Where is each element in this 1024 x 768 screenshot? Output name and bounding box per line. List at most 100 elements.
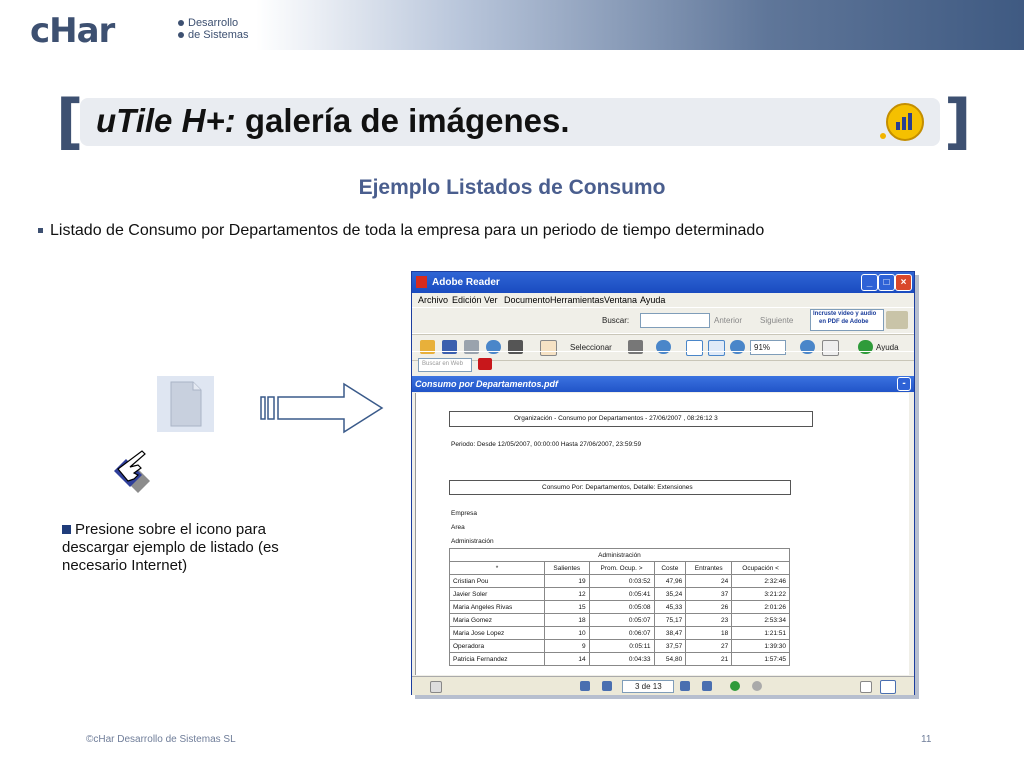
document-viewport[interactable]: Organización - Consumo por Departamentos… — [415, 393, 909, 675]
table-cell: 1:57:45 — [731, 652, 790, 666]
table-cell: 0:04:33 — [588, 652, 655, 666]
table-cell: 54,80 — [653, 652, 687, 666]
report-header: Organización - Consumo por Departamentos… — [514, 415, 718, 422]
table-cell: 0:05:11 — [588, 639, 655, 653]
right-bracket: ] — [944, 87, 972, 157]
promo-banner[interactable]: Incruste video y audio en PDF de Adobe — [810, 309, 884, 331]
page-layout-icon[interactable] — [430, 681, 442, 693]
right-arrow-icon — [260, 382, 384, 434]
table-cell: 0:06:07 — [588, 626, 655, 640]
table-header-row: * Salientes Prom. Ocup. > Coste Entrante… — [449, 561, 790, 575]
table-cell: 18 — [544, 613, 590, 627]
navigation-bar: 3 de 13 — [412, 676, 914, 695]
table-cell: 10 — [544, 626, 590, 640]
document-tab-bar: Consumo por Departamentos.pdf - — [412, 376, 914, 392]
table-cell: 2:53:34 — [731, 613, 790, 627]
menu-ver[interactable]: Ver — [484, 295, 498, 305]
column-header: Salientes — [544, 561, 590, 575]
table-cell: 35,24 — [653, 587, 687, 601]
search-toolbar: Buscar: Anterior Siguiente Incruste vide… — [412, 307, 914, 335]
subtitle: Ejemplo Listados de Consumo — [358, 176, 666, 199]
yahoo-icon[interactable] — [478, 358, 492, 370]
promo-line-1: Incruste video y audio — [813, 311, 877, 317]
page-number-field[interactable]: 3 de 13 — [622, 680, 674, 693]
footer-copyright: ©cHar Desarrollo de Sistemas SL — [86, 734, 236, 745]
last-page-icon[interactable] — [702, 681, 712, 691]
square-bullet-icon — [62, 525, 71, 534]
menu-ayuda[interactable]: Ayuda — [640, 295, 665, 305]
menu-edicion[interactable]: Edición — [452, 295, 482, 305]
table-row: Patricia Fernandez 14 0:04:33 54,80 21 1:57:4… — [449, 652, 790, 666]
forward-icon[interactable] — [752, 681, 762, 691]
web-search-placeholder: Buscar en Web — [422, 361, 463, 367]
table-row: Operadora 9 0:05:11 37,57 27 1:39:30 — [449, 639, 790, 653]
table-cell: 23 — [685, 613, 733, 627]
close-button[interactable]: × — [895, 274, 912, 291]
table-cell: 2:32:46 — [731, 574, 790, 588]
prev-result-button[interactable]: Anterior — [714, 316, 742, 325]
table-cell: 12 — [544, 587, 590, 601]
menu-archivo[interactable]: Archivo — [418, 295, 448, 305]
continuous-page-icon[interactable] — [880, 680, 896, 694]
table-cell: 18 — [685, 626, 733, 640]
single-page-icon[interactable] — [860, 681, 872, 693]
table-cell: 37,57 — [653, 639, 687, 653]
report-header-box: Organización - Consumo por Departamentos… — [449, 411, 813, 427]
table-cell: 15 — [544, 600, 590, 614]
bullet-icon — [38, 228, 43, 234]
table-row: Maria Jose Lopez 10 0:06:07 38,47 18 1:21:51 — [449, 626, 790, 640]
adobe-reader-window: Adobe Reader _ □ × Archivo Edición Ver D… — [411, 271, 915, 695]
report-section-box: Consumo Por: Departamentos, Detalle: Ext… — [449, 480, 791, 495]
prev-page-icon[interactable] — [602, 681, 612, 691]
bullet-text: Listado de Consumo por Departamentos de … — [50, 222, 765, 239]
web-search-input[interactable]: Buscar en Web — [418, 358, 472, 372]
first-page-icon[interactable] — [580, 681, 590, 691]
report-section: Consumo Por: Departamentos, Detalle: Ext… — [542, 484, 693, 491]
table-cell: Maria Jose Lopez — [449, 626, 545, 640]
bullet-item: Listado de Consumo por Departamentos de … — [38, 222, 764, 240]
window-title: Adobe Reader — [432, 277, 500, 288]
search-input[interactable] — [640, 313, 710, 328]
next-page-icon[interactable] — [680, 681, 690, 691]
report-label-area: Area — [451, 524, 465, 531]
next-result-button[interactable]: Siguiente — [760, 316, 793, 325]
table-cell: Cristian Pou — [449, 574, 545, 588]
table-row: Maria Angeles Rivas 15 0:05:08 45,33 26 2:01:… — [449, 600, 790, 614]
logo: cHar — [30, 11, 115, 51]
table-cell: 75,17 — [653, 613, 687, 627]
table-cell: 37 — [685, 587, 733, 601]
table-cell: 27 — [685, 639, 733, 653]
document-download-icon[interactable] — [157, 376, 214, 432]
column-header: Prom. Ocup. > — [588, 561, 655, 575]
table-cell: 47,96 — [653, 574, 687, 588]
page-title: uTile H+: galería de imágenes. — [96, 101, 570, 141]
menu-herramientas[interactable]: Herramientas — [550, 295, 604, 305]
search-label: Buscar: — [602, 316, 630, 325]
table-cell: 1:39:30 — [731, 639, 790, 653]
promo-line-2: en PDF de Adobe — [819, 319, 869, 325]
table-cell: 26 — [685, 600, 733, 614]
chart-badge-icon — [880, 103, 924, 141]
pointing-hand-icon — [114, 450, 150, 493]
report-period: Periodo: Desde 12/05/2007, 00:00:00 Hast… — [451, 441, 642, 448]
table-row: Maria Gomez 18 0:05:07 75,17 23 2:53:34 — [449, 613, 790, 627]
document-close-button[interactable]: - — [897, 377, 911, 391]
table-cell: 0:05:07 — [588, 613, 655, 627]
menu-ventana[interactable]: Ventana — [604, 295, 637, 305]
consumption-table: Administración * Salientes Prom. Ocup. >… — [449, 548, 790, 666]
back-icon[interactable] — [730, 681, 740, 691]
title-italic: uTile H+: — [96, 102, 236, 139]
table-cell: 19 — [544, 574, 590, 588]
menu-bar: Archivo Edición Ver Documento Herramient… — [412, 293, 914, 307]
pdf-page: Organización - Consumo por Departamentos… — [421, 393, 904, 675]
minimize-button[interactable]: _ — [861, 274, 878, 291]
table-cell: 9 — [544, 639, 590, 653]
menu-documento[interactable]: Documento — [504, 295, 550, 305]
header-band — [0, 0, 1024, 50]
logo-line-2: de Sistemas — [188, 29, 249, 41]
maximize-button[interactable]: □ — [878, 274, 895, 291]
table-cell: 0:03:52 — [588, 574, 655, 588]
adobe-reader-icon — [416, 276, 427, 288]
column-header: * — [449, 561, 545, 575]
slide-page-number: 11 — [921, 734, 932, 745]
